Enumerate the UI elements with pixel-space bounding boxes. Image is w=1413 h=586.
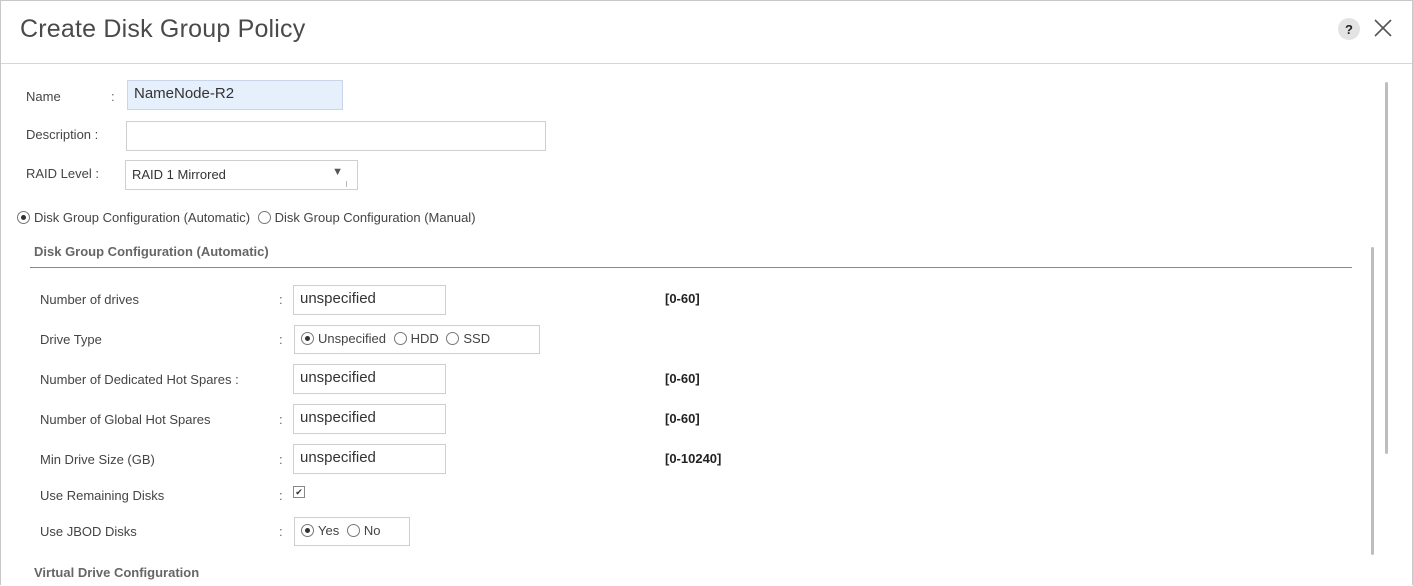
raid-level-select[interactable]: RAID 1 Mirrored ▼ <box>125 160 358 190</box>
dialog-title: Create Disk Group Policy <box>20 15 306 43</box>
drive-type-ssd[interactable]: SSD <box>446 331 490 346</box>
config-mode-manual-label: Disk Group Configuration (Manual) <box>274 210 476 225</box>
use-jbod-label: Use JBOD Disks <box>40 524 137 539</box>
global-spares-input[interactable]: unspecified <box>293 404 446 434</box>
min-drive-size-input[interactable]: unspecified <box>293 444 446 474</box>
dedicated-spares-range: [0-60] <box>665 371 700 386</box>
global-spares-range: [0-60] <box>665 411 700 426</box>
config-mode-automatic[interactable]: Disk Group Configuration (Automatic) <box>17 210 250 225</box>
config-mode-radio-group: Disk Group Configuration (Automatic) Dis… <box>17 210 480 225</box>
num-drives-label: Number of drives <box>40 292 139 307</box>
radio-hdd[interactable] <box>393 332 407 345</box>
use-jbod-yes[interactable]: Yes <box>301 523 339 538</box>
section-scrollbar[interactable] <box>1371 247 1374 555</box>
radio-manual[interactable] <box>257 211 271 224</box>
drive-type-unspecified-label: Unspecified <box>318 331 386 346</box>
drive-type-label: Drive Type <box>40 332 102 347</box>
use-remaining-checkbox[interactable]: ✔ <box>293 486 305 498</box>
drive-type-ssd-label: SSD <box>463 331 491 346</box>
dedicated-spares-input[interactable]: unspecified <box>293 364 446 394</box>
use-remaining-label: Use Remaining Disks <box>40 488 165 503</box>
auto-section-divider <box>30 267 1352 268</box>
min-drive-size-label: Min Drive Size (GB) <box>40 452 155 467</box>
radio-jbod-no[interactable] <box>346 524 360 537</box>
num-drives-input[interactable]: unspecified <box>293 285 446 315</box>
use-jbod-no[interactable]: No <box>346 523 381 538</box>
global-spares-colon: : <box>279 412 283 427</box>
drive-type-colon: : <box>279 332 283 347</box>
drive-type-hdd[interactable]: HDD <box>393 331 439 346</box>
name-input[interactable]: NameNode-R2 <box>127 80 343 110</box>
num-drives-colon: : <box>279 292 283 307</box>
name-label: Name <box>26 89 61 104</box>
dedicated-spares-label: Number of Dedicated Hot Spares : <box>40 372 239 387</box>
use-jbod-colon: : <box>279 524 283 539</box>
radio-ssd[interactable] <box>446 332 460 345</box>
drive-type-unspecified[interactable]: Unspecified <box>301 331 386 346</box>
chevron-down-icon: ▼ <box>332 166 343 178</box>
help-icon[interactable]: ? <box>1338 18 1360 40</box>
virtual-section-title: Virtual Drive Configuration <box>34 565 200 580</box>
config-mode-manual[interactable]: Disk Group Configuration (Manual) <box>257 210 476 225</box>
header-divider <box>1 63 1412 64</box>
select-tick <box>346 181 347 187</box>
dialog-scrollbar[interactable] <box>1385 82 1388 454</box>
description-label: Description : <box>26 127 99 142</box>
raid-level-label: RAID Level : <box>26 166 99 181</box>
use-jbod-radio-group: Yes No <box>294 517 410 546</box>
num-drives-range: [0-60] <box>665 291 700 306</box>
raid-level-value: RAID 1 Mirrored <box>132 167 226 182</box>
radio-unspecified[interactable] <box>301 332 314 345</box>
radio-jbod-yes[interactable] <box>301 524 314 537</box>
use-remaining-colon: : <box>279 488 283 503</box>
global-spares-label: Number of Global Hot Spares <box>40 412 211 427</box>
use-jbod-no-label: No <box>363 523 381 538</box>
description-input[interactable] <box>126 121 546 151</box>
name-colon: : <box>111 89 115 104</box>
min-drive-size-colon: : <box>279 452 283 467</box>
radio-automatic[interactable] <box>17 211 30 224</box>
min-drive-size-range: [0-10240] <box>665 451 722 466</box>
close-icon[interactable] <box>1372 17 1394 39</box>
drive-type-hdd-label: HDD <box>410 331 439 346</box>
auto-section-title: Disk Group Configuration (Automatic) <box>34 244 269 259</box>
use-jbod-yes-label: Yes <box>318 523 340 538</box>
config-mode-automatic-label: Disk Group Configuration (Automatic) <box>34 210 251 225</box>
drive-type-radio-group: Unspecified HDD SSD <box>294 325 540 354</box>
